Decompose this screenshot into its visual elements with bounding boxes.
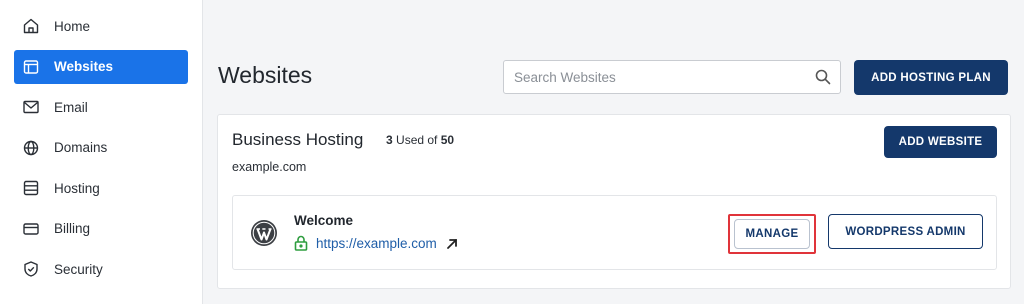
site-url-link[interactable]: https://example.com — [316, 236, 437, 251]
site-link-container: https://example.com — [294, 235, 459, 251]
home-icon — [22, 17, 40, 35]
external-link-icon[interactable] — [445, 237, 459, 251]
sidebar-item-label: Security — [54, 261, 103, 277]
sidebar-item-label: Domains — [54, 140, 108, 155]
plan-usage: 3 Used of 50 — [386, 133, 454, 147]
usage-used: 3 — [386, 133, 393, 147]
sidebar-item-label: Hosting — [54, 180, 100, 196]
manage-button[interactable]: MANAGE — [734, 219, 810, 249]
sidebar-item-security[interactable]: Security — [14, 252, 188, 286]
manage-highlight-box: MANAGE — [728, 214, 816, 254]
plan-name: Business Hosting — [232, 130, 364, 149]
search-box[interactable] — [503, 60, 841, 94]
site-title: Welcome — [294, 213, 354, 228]
websites-icon — [22, 58, 40, 76]
globe-icon — [22, 139, 40, 157]
lock-icon — [294, 235, 308, 251]
sidebar-item-hosting[interactable]: Hosting — [14, 171, 188, 205]
usage-of-text: Used of — [396, 133, 438, 147]
wordpress-icon — [250, 219, 278, 247]
sidebar-item-label: Email — [54, 99, 88, 115]
main-content: Websites ADD HOSTING PLAN Business Hosti… — [204, 0, 1024, 304]
usage-total: 50 — [440, 133, 455, 147]
shield-icon — [22, 260, 40, 278]
search-icon[interactable] — [806, 61, 840, 93]
website-row: Welcome https://example.com MANAGE WORDP… — [232, 195, 997, 270]
sidebar-item-label: Websites — [54, 59, 114, 74]
sidebar-item-label: Billing — [54, 221, 91, 236]
search-input[interactable] — [504, 61, 806, 93]
hosting-plan-card: Business Hosting 3 Used of 50 example.co… — [217, 114, 1011, 289]
sidebar: Home Websites Email Domains Hosting Bill… — [0, 0, 203, 304]
sidebar-item-billing[interactable]: Billing — [14, 212, 188, 246]
sidebar-item-label: Home — [54, 18, 91, 34]
sidebar-item-websites[interactable]: Websites — [14, 49, 188, 84]
add-website-button[interactable]: ADD WEBSITE — [884, 126, 997, 158]
server-icon — [22, 179, 40, 197]
sidebar-item-home[interactable]: Home — [14, 9, 188, 43]
credit-card-icon — [22, 220, 40, 238]
plan-domain: example.com — [232, 160, 307, 174]
sidebar-item-domains[interactable]: Domains — [14, 131, 188, 165]
page-title: Websites — [218, 62, 313, 88]
add-hosting-plan-button[interactable]: ADD HOSTING PLAN — [854, 60, 1008, 95]
wordpress-admin-button[interactable]: WORDPRESS ADMIN — [828, 214, 983, 249]
email-icon — [22, 98, 40, 116]
sidebar-item-email[interactable]: Email — [14, 90, 188, 124]
